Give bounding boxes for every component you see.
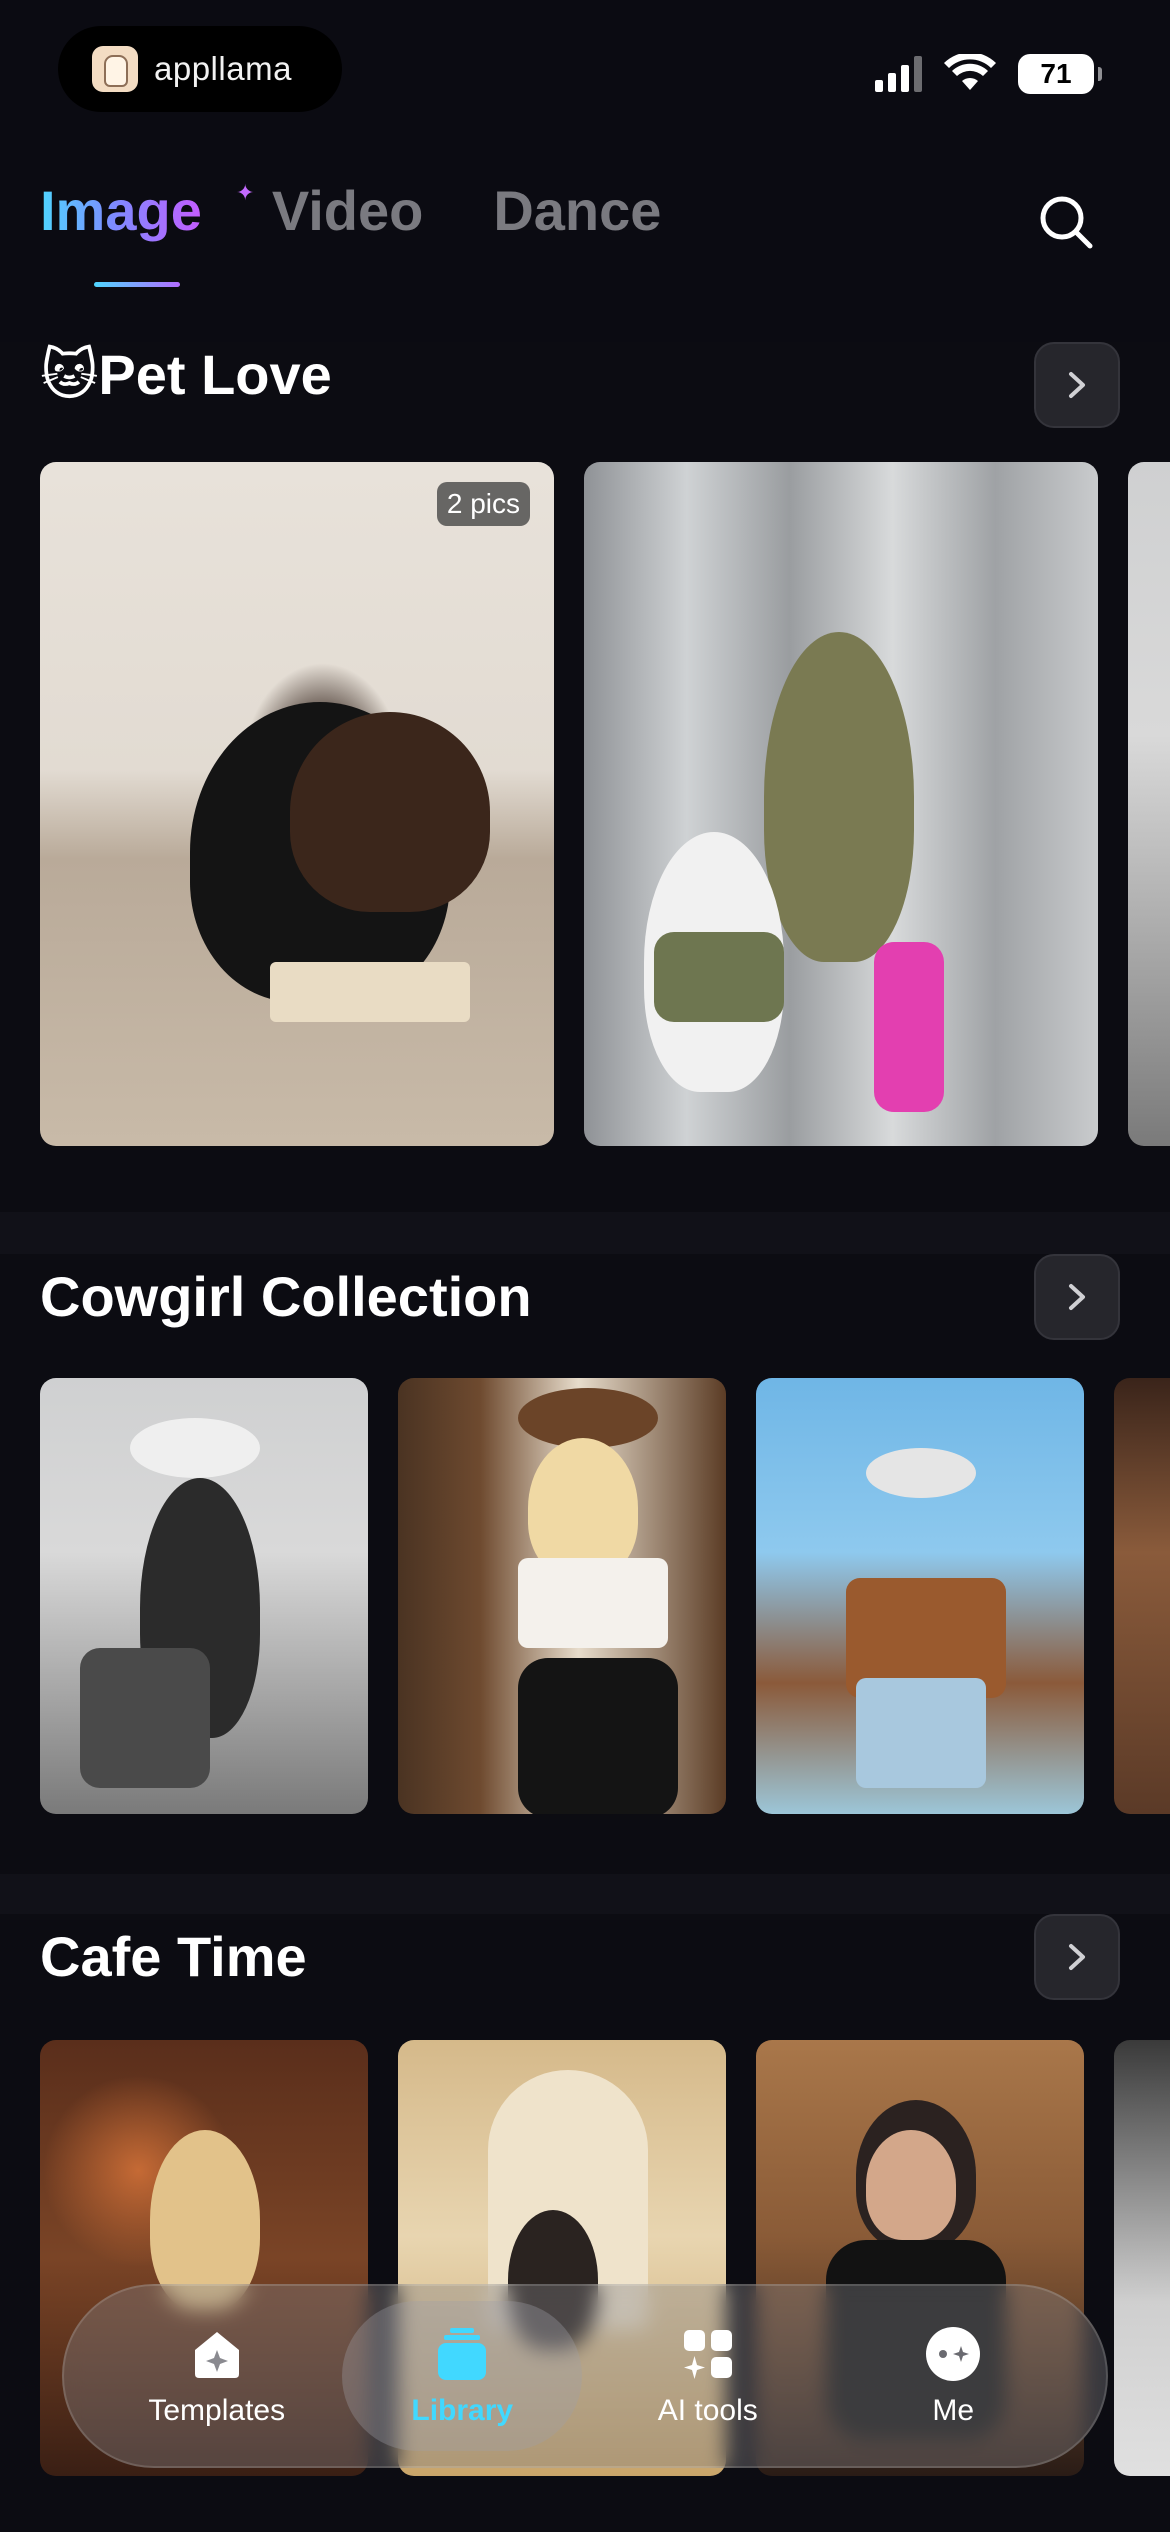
template-card[interactable]	[398, 1378, 726, 1814]
nav-label: AI tools	[657, 2394, 758, 2427]
section-cowgirl-collection: Cowgirl Collection	[0, 1254, 1170, 1874]
nav-ai-tools[interactable]: AI tools	[588, 2301, 828, 2451]
battery-level: 71	[1040, 58, 1072, 89]
status-indicators: 71	[875, 54, 1102, 94]
search-icon[interactable]	[1036, 192, 1096, 252]
nav-library[interactable]: Library	[342, 2301, 583, 2451]
card-row: 2 pics	[40, 462, 1170, 1146]
template-card[interactable]	[1114, 1378, 1170, 1814]
photo-count-badge: 2 pics	[436, 482, 530, 526]
nav-label: Me	[932, 2394, 975, 2427]
nav-label: Templates	[148, 2394, 286, 2427]
bottom-navigation: Templates Library AI tools Me	[62, 2284, 1108, 2468]
section-more-button[interactable]	[1034, 342, 1120, 428]
chevron-right-icon	[1069, 1284, 1085, 1310]
chevron-right-icon	[1069, 372, 1085, 398]
tab-image[interactable]: Image	[40, 178, 202, 243]
sparkle-icon: ✦	[236, 180, 255, 205]
template-card[interactable]	[584, 462, 1098, 1146]
house-sparkle-icon	[194, 2332, 239, 2378]
section-title: 🐱Pet Love	[40, 343, 332, 406]
brand-pill[interactable]: appllama	[58, 26, 342, 112]
nav-templates[interactable]: Templates	[97, 2301, 337, 2451]
nav-me[interactable]: Me	[833, 2301, 1073, 2451]
header: appllama 71 Image Video Dance ✦	[0, 0, 1170, 342]
stack-icon	[438, 2328, 487, 2380]
template-card[interactable]	[1114, 2040, 1170, 2476]
active-tab-indicator	[94, 282, 180, 287]
brand-name: appllama	[154, 50, 292, 87]
section-title: Cowgirl Collection	[40, 1265, 532, 1328]
card-image	[130, 1418, 260, 1478]
card-image	[764, 632, 914, 962]
nav-label: Library	[411, 2394, 514, 2427]
face-sparkle-icon	[926, 2327, 981, 2381]
app-screen: appllama 71 Image Video Dance ✦ 🐱Pet Lov…	[0, 0, 1170, 2532]
wifi-icon	[944, 54, 996, 90]
section-title: Cafe Time	[40, 1925, 307, 1988]
card-row	[40, 1378, 1170, 1814]
cellular-signal-icon	[875, 56, 922, 92]
tab-dance[interactable]: Dance	[493, 178, 661, 243]
card-image	[866, 1448, 976, 1498]
template-card[interactable]	[756, 1378, 1084, 1814]
template-card[interactable]: 2 pics	[40, 462, 554, 1146]
section-more-button[interactable]	[1034, 1914, 1120, 2000]
tab-video[interactable]: Video	[272, 178, 423, 243]
grid-sparkle-icon	[683, 2330, 732, 2379]
llama-logo-icon	[92, 46, 138, 92]
card-image	[150, 2130, 260, 2310]
content-type-tabs: Image Video Dance	[40, 178, 661, 243]
section-more-button[interactable]	[1034, 1254, 1120, 1340]
template-card[interactable]	[40, 1378, 368, 1814]
chevron-right-icon	[1069, 1944, 1085, 1970]
template-card[interactable]	[1128, 462, 1170, 1146]
section-pet-love: 🐱Pet Love 2 pics	[0, 342, 1170, 1212]
battery-indicator: 71	[1018, 54, 1102, 94]
